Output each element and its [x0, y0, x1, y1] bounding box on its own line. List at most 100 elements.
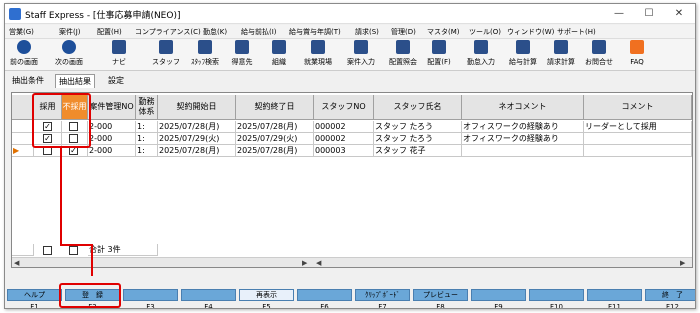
menu-seikyu[interactable]: 請求(S)	[355, 26, 379, 38]
header-comment[interactable]: コメント	[584, 95, 692, 120]
fkey-f1-label: F1	[30, 303, 39, 309]
maximize-button[interactable]: ☐	[635, 6, 663, 22]
menu-haichi[interactable]: 配置(H)	[97, 26, 122, 38]
header-end[interactable]: 契約終了日	[236, 95, 314, 120]
fkey-f5-label: F5	[262, 303, 271, 309]
fkey-f4-button[interactable]	[181, 289, 236, 301]
tool-next[interactable]: 次の画面	[49, 40, 89, 70]
navi-icon	[112, 40, 126, 54]
tab-strip: 抽出条件 抽出結果 設定	[5, 74, 695, 88]
attendance-icon	[474, 40, 488, 54]
tool-assign[interactable]: 配置(F)	[423, 40, 455, 70]
tool-staff-search[interactable]: ｽﾀｯﾌ検索	[185, 40, 225, 70]
menu-maebarai[interactable]: 給与前払(I)	[241, 26, 277, 38]
menu-kyuyo[interactable]: 給与賞与年調(T)	[289, 26, 341, 38]
hscroll-left[interactable]: ◀ ▶	[12, 257, 314, 267]
cell-staff-name[interactable]: スタッフ たろう	[374, 121, 462, 133]
cell-start[interactable]: 2025/07/29(火)	[158, 133, 236, 145]
building-icon	[235, 40, 249, 54]
tool-prev[interactable]: 前の画面	[7, 40, 41, 70]
cell-neo-comment[interactable]: オフィスワークの経験あり	[462, 133, 584, 145]
cell-shift[interactable]: 1:	[136, 145, 158, 157]
cell-shift[interactable]: 1:	[136, 121, 158, 133]
menu-kintai[interactable]: 勤怠(K)	[203, 26, 227, 38]
fkey-f5-button[interactable]: 再表示	[239, 289, 294, 301]
cell-comment[interactable]	[584, 145, 692, 157]
arrow-right-icon	[62, 40, 76, 54]
tab-settings[interactable]: 設定	[105, 74, 127, 88]
row-header[interactable]	[12, 133, 34, 145]
header-corner	[12, 95, 34, 120]
cell-start[interactable]: 2025/07/28(月)	[158, 145, 236, 157]
fkey-f7-button[interactable]: ｸﾘｯﾌﾟﾎﾞｰﾄﾞ	[355, 289, 410, 301]
tool-customer[interactable]: 得意先	[227, 40, 257, 70]
cell-start[interactable]: 2025/07/28(月)	[158, 121, 236, 133]
fkey-f11-button[interactable]	[587, 289, 642, 301]
tool-billing[interactable]: 請求計算	[543, 40, 579, 70]
minimize-button[interactable]: —	[605, 6, 633, 22]
row-header[interactable]	[12, 121, 34, 133]
menu-tool[interactable]: ツール(O)	[469, 26, 501, 38]
fkey-f1-button[interactable]: ヘルプ	[7, 289, 62, 301]
arrow-left-icon	[17, 40, 31, 54]
cell-shift[interactable]: 1:	[136, 133, 158, 145]
cell-staff-no[interactable]: 000002	[314, 133, 374, 145]
cell-case-no[interactable]: 2-000	[88, 133, 136, 145]
cell-staff-no[interactable]: 000003	[314, 145, 374, 157]
cell-staff-name[interactable]: スタッフ 花子	[374, 145, 462, 157]
cell-case-no[interactable]: 2-000	[88, 145, 136, 157]
tool-faq[interactable]: FAQ	[625, 40, 649, 70]
header-staff-no[interactable]: スタッフNO	[314, 95, 374, 120]
tab-conditions[interactable]: 抽出条件	[9, 74, 47, 88]
menu-master[interactable]: マスタ(M)	[427, 26, 460, 38]
cell-comment[interactable]: リーダーとして採用	[584, 121, 692, 133]
header-staff-name[interactable]: スタッフ氏名	[374, 95, 462, 120]
tool-staff[interactable]: スタッフ	[149, 40, 183, 70]
tool-org[interactable]: 組織	[267, 40, 291, 70]
tool-inquiry[interactable]: お問合せ	[581, 40, 617, 70]
header-case-no[interactable]: 案件管理NO	[88, 95, 136, 120]
footer-adopt-checkbox[interactable]	[43, 246, 52, 255]
menu-support[interactable]: サポート(H)	[557, 26, 596, 38]
fkey-f8-label: F8	[436, 303, 445, 309]
cell-case-no[interactable]: 2-000	[88, 121, 136, 133]
tool-payroll[interactable]: 給与計算	[505, 40, 541, 70]
cell-staff-no[interactable]: 000002	[314, 121, 374, 133]
menu-window[interactable]: ウィンドウ(W)	[507, 26, 554, 38]
fkey-f10-button[interactable]	[529, 289, 584, 301]
header-start[interactable]: 契約開始日	[158, 95, 236, 120]
menu-eigyo[interactable]: 営業(G)	[9, 26, 34, 38]
cell-end[interactable]: 2025/07/28(月)	[236, 121, 314, 133]
fkey-f8-button[interactable]: プレビュー	[413, 289, 468, 301]
inquiry-icon	[592, 40, 606, 54]
cell-comment[interactable]	[584, 133, 692, 145]
tab-results[interactable]: 抽出結果	[55, 74, 95, 88]
tool-navi[interactable]: ナビ	[107, 40, 131, 70]
cell-end[interactable]: 2025/07/29(火)	[236, 133, 314, 145]
cell-neo-comment[interactable]: オフィスワークの経験あり	[462, 121, 584, 133]
cell-end[interactable]: 2025/07/28(月)	[236, 145, 314, 157]
assign-icon	[432, 40, 446, 54]
tool-assign-query[interactable]: 配置照会	[385, 40, 421, 70]
case-icon	[354, 40, 368, 54]
tool-worksite[interactable]: 就業現場	[299, 40, 337, 70]
header-neo-comment[interactable]: ネオコメント	[462, 95, 584, 120]
header-shift[interactable]: 勤務体系	[136, 95, 158, 120]
faq-icon	[630, 40, 644, 54]
menu-anken[interactable]: 案件(J)	[59, 26, 81, 38]
tool-case-input[interactable]: 案件入力	[343, 40, 379, 70]
tool-attendance[interactable]: 勤怠入力	[463, 40, 499, 70]
fkey-f6-button[interactable]	[297, 289, 352, 301]
fkey-f12-label: F12	[666, 303, 679, 309]
cell-staff-name[interactable]: スタッフ たろう	[374, 133, 462, 145]
fkey-f9-button[interactable]	[471, 289, 526, 301]
menu-compliance[interactable]: コンプライアンス(C)	[135, 26, 201, 38]
fkey-f3-button[interactable]	[123, 289, 178, 301]
footer-reject-checkbox[interactable]	[69, 246, 78, 255]
close-button[interactable]: ✕	[665, 6, 693, 22]
hscroll-right[interactable]: ◀ ▶	[314, 257, 692, 267]
cell-neo-comment[interactable]	[462, 145, 584, 157]
menu-kanri[interactable]: 管理(D)	[391, 26, 416, 38]
fkey-f12-button[interactable]: 終 了	[645, 289, 695, 301]
row-header[interactable]: ▶	[12, 145, 34, 157]
